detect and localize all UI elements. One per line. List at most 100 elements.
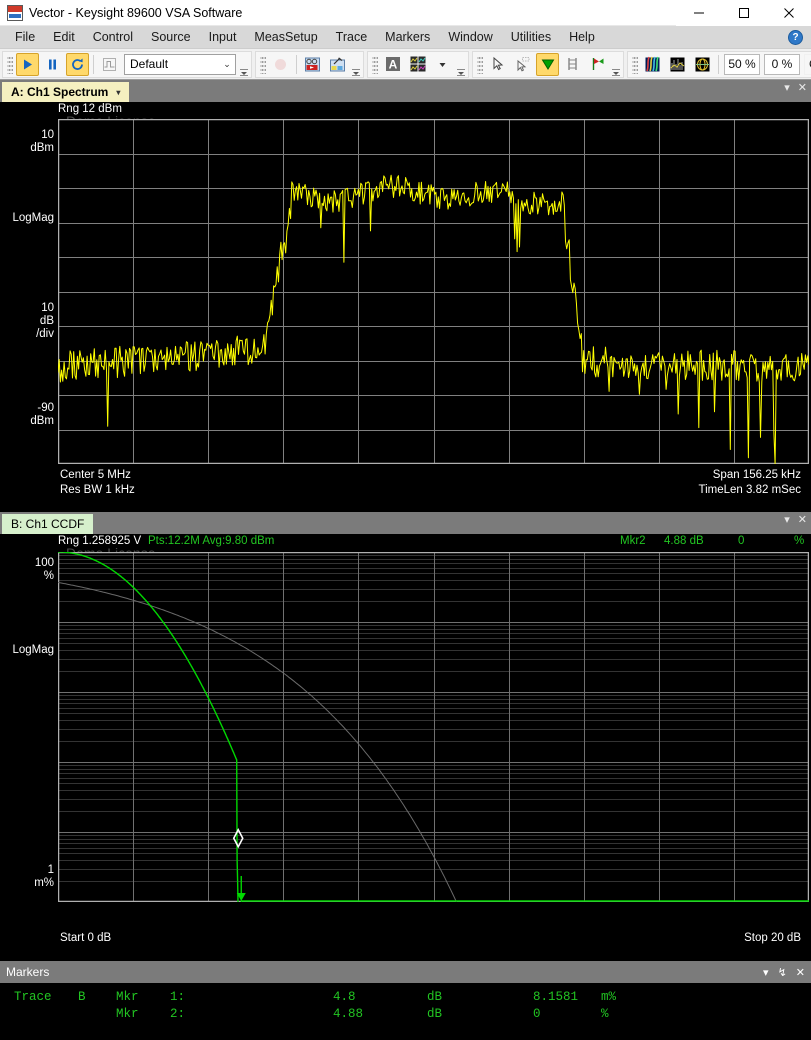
preset-value: Default [130, 57, 169, 71]
minimize-button[interactable] [676, 0, 721, 26]
toolbar-group-markers [472, 50, 624, 78]
markers-y-unit: % [601, 1007, 609, 1021]
maximize-button[interactable] [721, 0, 766, 26]
toolbar-grip-icon[interactable] [477, 54, 483, 74]
ccdf-header: Rng 1.258925 V Pts:12.2M Avg:9.80 dBm Mk… [0, 534, 811, 551]
waterfall-button[interactable] [666, 53, 689, 76]
menu-input[interactable]: Input [200, 27, 246, 47]
toolbar-separator [93, 54, 94, 74]
trace-a-minimize-icon[interactable]: ▾ [784, 83, 790, 94]
tab-ch1-ccdf-label: B: Ch1 CCDF [11, 517, 85, 531]
play-button[interactable] [16, 52, 39, 76]
markers-panel-title: Markers [6, 965, 50, 979]
ccdf-y-bottom-label: 1 m% [34, 864, 54, 889]
record-button[interactable] [269, 53, 292, 76]
menu-window[interactable]: Window [439, 27, 501, 47]
ccdf-start-label: Start 0 dB [60, 932, 112, 944]
tab-ch1-spectrum[interactable]: A: Ch1 Spectrum ▾ [2, 82, 130, 102]
menu-bar: File Edit Control Source Input MeasSetup… [0, 26, 811, 49]
window-controls [676, 0, 811, 26]
markers-trace-label [14, 1006, 78, 1023]
ccdf-plot[interactable]: Rng 1.258925 V Pts:12.2M Avg:9.80 dBm Mk… [0, 534, 811, 961]
markers-x-value: 4.88 [333, 1007, 364, 1021]
trace-a-close-icon[interactable]: ✕ [798, 83, 807, 94]
playback-button[interactable] [326, 53, 349, 76]
markers-mkr-label: Mkr [116, 1007, 139, 1021]
toolbar-grip-icon[interactable] [372, 54, 378, 74]
markers-panel-body: Trace B Mkr 1: 4.8 dB 8.1581 m% Mkr 2: 4… [0, 983, 811, 1040]
tab-ch1-ccdf[interactable]: B: Ch1 CCDF [2, 514, 94, 534]
pause-button[interactable] [41, 53, 64, 76]
toolbar-grip-icon[interactable] [260, 54, 266, 74]
menu-utilities[interactable]: Utilities [502, 27, 560, 47]
markers-mkr-number: 1: [170, 990, 186, 1004]
toolbar-group-transport: Default ⌄ [2, 50, 252, 78]
ccdf-trace-graph [58, 552, 809, 902]
markers-x-unit: dB [427, 990, 443, 1004]
app-icon [7, 4, 23, 21]
toolbar-separator [718, 54, 719, 74]
spectrum-plot[interactable]: Rng 12 dBm 10 dBm LogMag 10 dB/div -90 dBm … [0, 102, 811, 512]
spectrogram-button[interactable] [641, 53, 664, 76]
window-title: Vector - Keysight 89600 VSA Software [29, 5, 243, 20]
ccdf-marker-x: 4.88 dB [664, 535, 704, 547]
toolbar: Default ⌄ A 50 % 0 % [0, 49, 811, 80]
loop-button[interactable] [66, 52, 89, 76]
toolbar-overflow-button[interactable] [238, 53, 249, 76]
markers-mkr-label: Mkr [116, 990, 139, 1004]
spectrum-y-top-label: 10 dBm [30, 129, 54, 154]
arrow-select-button[interactable] [486, 53, 509, 76]
markers-close-icon[interactable]: ✕ [796, 966, 805, 979]
trace-a-window-controls: ▾ ✕ [784, 83, 807, 94]
toolbar-grip-icon[interactable] [7, 54, 13, 74]
layout-dropdown-button[interactable] [431, 53, 454, 76]
spectrum-y-bottom-label: -90 dBm [30, 402, 54, 427]
toolbar-overflow-button[interactable] [350, 53, 361, 76]
markers-pin-icon[interactable]: ↯ [778, 966, 787, 979]
toolbar-overflow-button[interactable] [610, 53, 621, 76]
ccdf-marker-unit: % [794, 535, 805, 547]
spectrum-span-label: Span 156.25 kHz [712, 469, 801, 481]
menu-control[interactable]: Control [84, 27, 142, 47]
text-annotation-button[interactable]: A [381, 53, 404, 76]
eye-diagram-button[interactable] [691, 53, 714, 76]
markers-x-value: 4.8 [333, 990, 356, 1004]
ruler-button[interactable] [561, 53, 584, 76]
spectrum-y-unit-label: LogMag [12, 212, 54, 224]
markers-x-unit: dB [427, 1007, 443, 1021]
trace-window-a: A: Ch1 Spectrum ▾ ▾ ✕ Rng 12 dBm 10 dBm L… [0, 80, 811, 512]
toolbar-grip-icon[interactable] [632, 54, 638, 74]
percent-a-field[interactable]: 50 % [724, 53, 760, 75]
trace-b-tabbar: B: Ch1 CCDF ▾ ✕ [0, 512, 811, 534]
spectrum-timelen-label: TimeLen 3.82 mSec [698, 484, 801, 496]
chevron-down-icon[interactable]: ▾ [116, 88, 120, 97]
menu-file[interactable]: File [6, 27, 44, 47]
menu-edit[interactable]: Edit [44, 27, 84, 47]
marker-triangle-button[interactable] [536, 52, 559, 76]
recorder-camera-button[interactable] [301, 53, 324, 76]
menu-help[interactable]: Help [560, 27, 604, 47]
toolbar-overflow-button[interactable] [455, 53, 466, 76]
help-icon[interactable]: ? [788, 29, 803, 45]
trace-b-window-controls: ▾ ✕ [784, 515, 807, 526]
waveform-button[interactable] [98, 53, 121, 76]
preset-dropdown[interactable]: Default ⌄ [124, 53, 236, 75]
ccdf-marker-name: Mkr2 [620, 535, 646, 547]
menu-trace[interactable]: Trace [327, 27, 377, 47]
menu-markers[interactable]: Markers [376, 27, 439, 47]
menu-meassetup[interactable]: MeasSetup [245, 27, 326, 47]
markers-panel-header: Markers ▾ ↯ ✕ [0, 961, 811, 983]
close-button[interactable] [766, 0, 811, 26]
trace-b-minimize-icon[interactable]: ▾ [784, 515, 790, 526]
trace-b-close-icon[interactable]: ✕ [798, 515, 807, 526]
arrow-marker-button[interactable] [511, 53, 534, 76]
application-window: Vector - Keysight 89600 VSA Software Fil… [0, 0, 811, 1040]
color-scheme-dropdown[interactable]: Color Normal ▾ [804, 53, 811, 75]
menu-source[interactable]: Source [142, 27, 200, 47]
trace-layout-button[interactable] [406, 53, 429, 76]
flag-button[interactable] [586, 53, 609, 76]
percent-b-field[interactable]: 0 % [764, 53, 800, 75]
markers-minimize-icon[interactable]: ▾ [763, 966, 769, 979]
markers-row: Trace B Mkr 1: 4.8 dB 8.1581 m% [0, 989, 811, 1006]
tab-ch1-spectrum-label: A: Ch1 Spectrum [11, 85, 109, 99]
